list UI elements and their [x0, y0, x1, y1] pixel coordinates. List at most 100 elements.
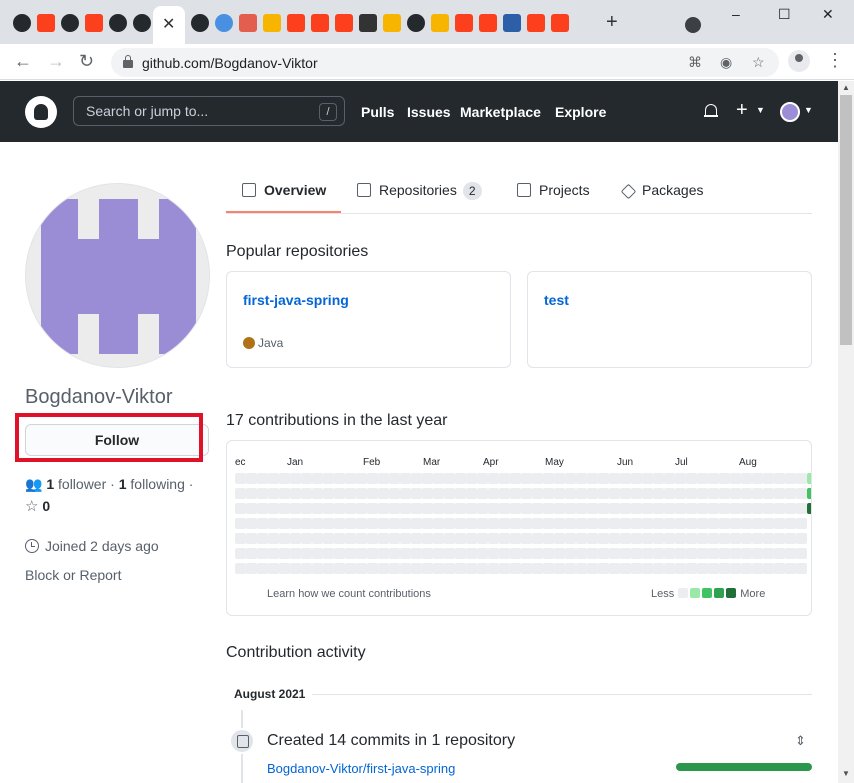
- contribution-day[interactable]: [609, 563, 620, 574]
- contribution-day[interactable]: [543, 518, 554, 529]
- contribution-day[interactable]: [466, 488, 477, 499]
- contribution-day[interactable]: [466, 563, 477, 574]
- contribution-day[interactable]: [598, 563, 609, 574]
- contribution-day[interactable]: [774, 473, 785, 484]
- contribution-day[interactable]: [521, 503, 532, 514]
- contribution-day[interactable]: [235, 488, 246, 499]
- contribution-day[interactable]: [697, 563, 708, 574]
- contribution-day[interactable]: [279, 488, 290, 499]
- contribution-day[interactable]: [763, 518, 774, 529]
- contribution-day[interactable]: [389, 548, 400, 559]
- contribution-day[interactable]: [389, 488, 400, 499]
- contribution-day[interactable]: [477, 548, 488, 559]
- contribution-day[interactable]: [532, 563, 543, 574]
- contribution-day[interactable]: [653, 548, 664, 559]
- contribution-day[interactable]: [587, 533, 598, 544]
- contribution-day[interactable]: [312, 548, 323, 559]
- contribution-day[interactable]: [532, 473, 543, 484]
- contribution-day[interactable]: [620, 518, 631, 529]
- contribution-day[interactable]: [477, 503, 488, 514]
- contribution-day[interactable]: [389, 563, 400, 574]
- contribution-day[interactable]: [620, 488, 631, 499]
- contribution-day[interactable]: [444, 518, 455, 529]
- contribution-day[interactable]: [301, 503, 312, 514]
- contribution-day[interactable]: [235, 503, 246, 514]
- contribution-day[interactable]: [708, 488, 719, 499]
- contribution-day[interactable]: [774, 503, 785, 514]
- tab-search-icon[interactable]: [685, 17, 701, 33]
- contribution-day[interactable]: [312, 473, 323, 484]
- contribution-day[interactable]: [620, 563, 631, 574]
- contribution-day[interactable]: [433, 548, 444, 559]
- contribution-day[interactable]: [565, 518, 576, 529]
- contribution-day[interactable]: [730, 518, 741, 529]
- contribution-day[interactable]: [312, 503, 323, 514]
- contribution-day[interactable]: [807, 473, 811, 484]
- contribution-day[interactable]: [323, 548, 334, 559]
- contribution-day[interactable]: [334, 488, 345, 499]
- contribution-day[interactable]: [730, 548, 741, 559]
- contribution-day[interactable]: [686, 488, 697, 499]
- contribution-day[interactable]: [334, 563, 345, 574]
- forward-icon[interactable]: →: [47, 51, 65, 72]
- github-icon[interactable]: [407, 14, 425, 32]
- contribution-day[interactable]: [345, 563, 356, 574]
- contribution-day[interactable]: [741, 548, 752, 559]
- contribution-day[interactable]: [290, 488, 301, 499]
- contribution-day[interactable]: [323, 533, 334, 544]
- contribution-day[interactable]: [719, 503, 730, 514]
- contribution-day[interactable]: [763, 503, 774, 514]
- contribution-day[interactable]: [642, 503, 653, 514]
- contribution-day[interactable]: [675, 563, 686, 574]
- contribution-day[interactable]: [301, 488, 312, 499]
- lock-icon[interactable]: [123, 55, 133, 68]
- contribution-day[interactable]: [730, 473, 741, 484]
- contribution-day[interactable]: [741, 533, 752, 544]
- contribution-day[interactable]: [686, 533, 697, 544]
- contribution-day[interactable]: [675, 533, 686, 544]
- contribution-day[interactable]: [400, 533, 411, 544]
- contribution-day[interactable]: [631, 533, 642, 544]
- browser-profile-icon[interactable]: [788, 50, 810, 72]
- contribution-day[interactable]: [235, 473, 246, 484]
- contribution-day[interactable]: [301, 518, 312, 529]
- contribution-day[interactable]: [268, 473, 279, 484]
- contribution-day[interactable]: [499, 563, 510, 574]
- contribution-day[interactable]: [587, 503, 598, 514]
- contribution-day[interactable]: [763, 533, 774, 544]
- nav-marketplace[interactable]: Marketplace: [460, 104, 541, 120]
- contribution-day[interactable]: [400, 473, 411, 484]
- contribution-day[interactable]: [521, 533, 532, 544]
- contribution-day[interactable]: [719, 473, 730, 484]
- tab-projects[interactable]: Projects: [517, 182, 590, 198]
- contribution-day[interactable]: [477, 518, 488, 529]
- contribution-day[interactable]: [411, 488, 422, 499]
- contribution-day[interactable]: [455, 488, 466, 499]
- contribution-day[interactable]: [466, 533, 477, 544]
- contribution-day[interactable]: [433, 473, 444, 484]
- contribution-day[interactable]: [774, 518, 785, 529]
- contribution-day[interactable]: [466, 503, 477, 514]
- contribution-day[interactable]: [774, 548, 785, 559]
- contribution-day[interactable]: [730, 533, 741, 544]
- contribution-day[interactable]: [796, 518, 807, 529]
- contribution-day[interactable]: [609, 548, 620, 559]
- contribution-day[interactable]: [312, 563, 323, 574]
- contribution-day[interactable]: [279, 503, 290, 514]
- yandex-icon[interactable]: [85, 14, 103, 32]
- contribution-day[interactable]: [488, 473, 499, 484]
- contribution-day[interactable]: [565, 563, 576, 574]
- contribution-day[interactable]: [609, 473, 620, 484]
- contribution-day[interactable]: [785, 488, 796, 499]
- contribution-day[interactable]: [356, 473, 367, 484]
- contribution-day[interactable]: [312, 488, 323, 499]
- contribution-day[interactable]: [664, 488, 675, 499]
- mail-icon[interactable]: [263, 14, 281, 32]
- contribution-day[interactable]: [521, 548, 532, 559]
- contribution-day[interactable]: [576, 533, 587, 544]
- contribution-day[interactable]: [466, 473, 477, 484]
- contribution-day[interactable]: [752, 503, 763, 514]
- url-text[interactable]: github.com/Bogdanov-Viktor: [142, 55, 318, 71]
- contribution-day[interactable]: [323, 563, 334, 574]
- contribution-day[interactable]: [554, 533, 565, 544]
